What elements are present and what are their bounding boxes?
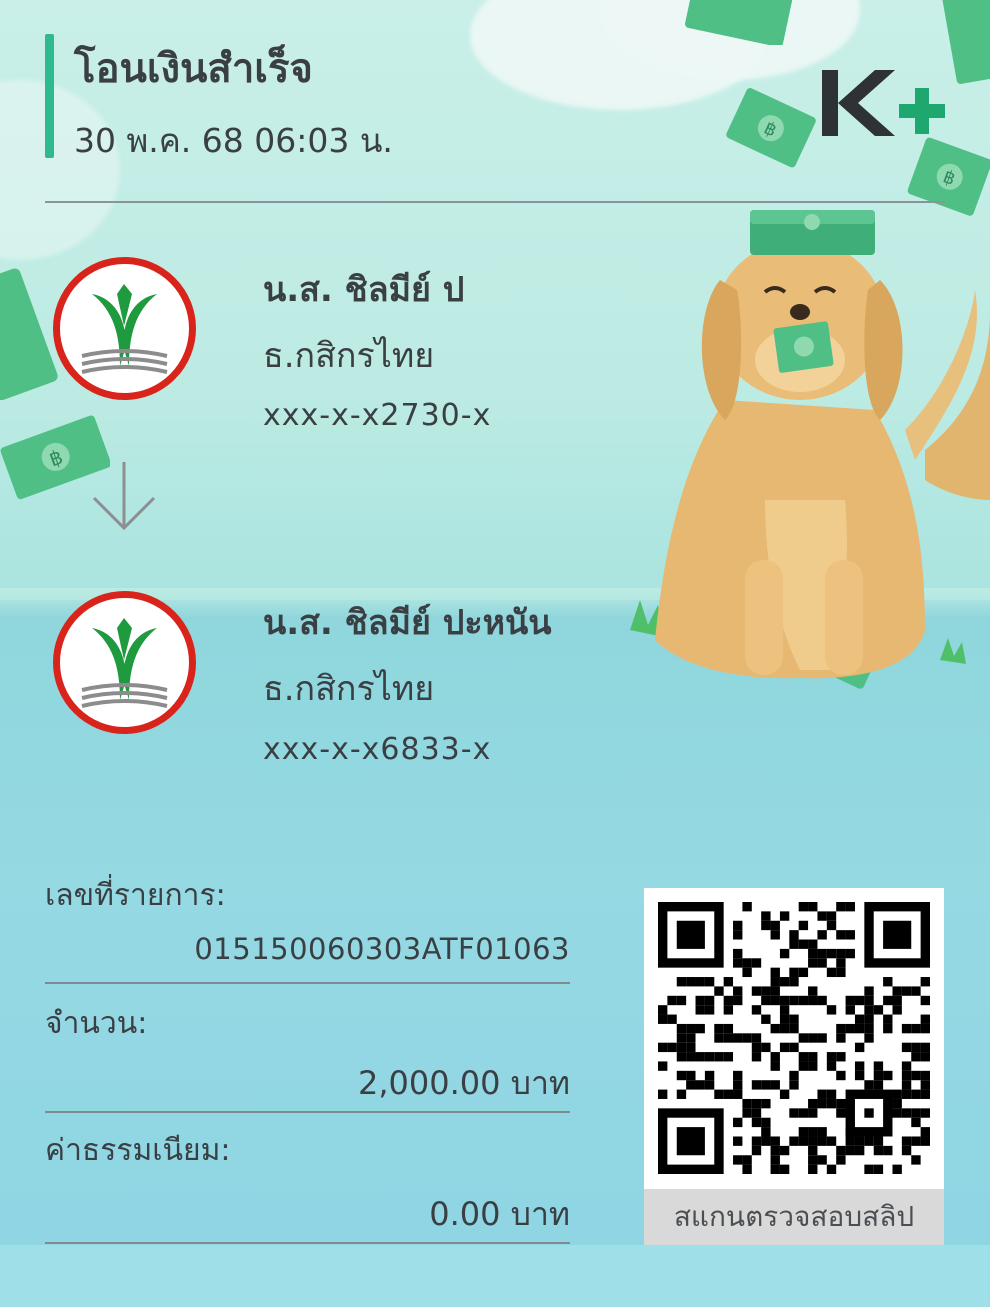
- kasikorn-bank-icon: [53, 591, 196, 734]
- amount-value: 2,000.00 บาท: [357, 1064, 570, 1102]
- kplus-logo-icon: [822, 70, 945, 136]
- sender-account: xxx-x-x2730-x: [263, 398, 492, 433]
- receiver-bank: ธ.กสิกรไทย: [263, 669, 435, 709]
- transaction-datetime: 30 พ.ค. 68 06:03 น.: [74, 121, 393, 160]
- divider: [45, 1111, 570, 1113]
- banknote-icon: ฿: [726, 88, 816, 168]
- fee-value: 0.00 บาท: [429, 1195, 570, 1233]
- divider: [45, 1242, 570, 1244]
- footer-band: [0, 1245, 990, 1307]
- dog-with-money-illustration: [630, 210, 990, 679]
- sender-name: น.ส. ชิลมีย์ ป: [263, 270, 465, 310]
- qr-caption: สแกนตรวจสอบสลิป: [644, 1189, 944, 1245]
- divider: [45, 982, 570, 984]
- arrow-down-icon: [92, 462, 156, 531]
- amount-label: จำนวน:: [45, 1006, 148, 1041]
- sender-bank: ธ.กสิกรไทย: [263, 336, 435, 376]
- reference-label: เลขที่รายการ:: [45, 878, 226, 913]
- title-accent-bar: [45, 34, 54, 158]
- cloud: [0, 80, 120, 260]
- kasikorn-bank-icon: [53, 257, 196, 400]
- banknote-icon: [685, 0, 794, 45]
- receiver-name: น.ส. ชิลมีย์ ปะหนัน: [263, 603, 552, 643]
- qr-card[interactable]: สแกนตรวจสอบสลิป: [644, 888, 944, 1245]
- header-divider: [45, 201, 945, 203]
- page-title: โอนเงินสำเร็จ: [74, 46, 313, 92]
- receiver-account: xxx-x-x6833-x: [263, 732, 492, 767]
- reference-value: 015150060303ATF01063: [194, 932, 570, 966]
- fee-label: ค่าธรรมเนียม:: [45, 1133, 231, 1168]
- banknote-icon: [0, 268, 58, 400]
- qr-code-icon[interactable]: [658, 902, 930, 1174]
